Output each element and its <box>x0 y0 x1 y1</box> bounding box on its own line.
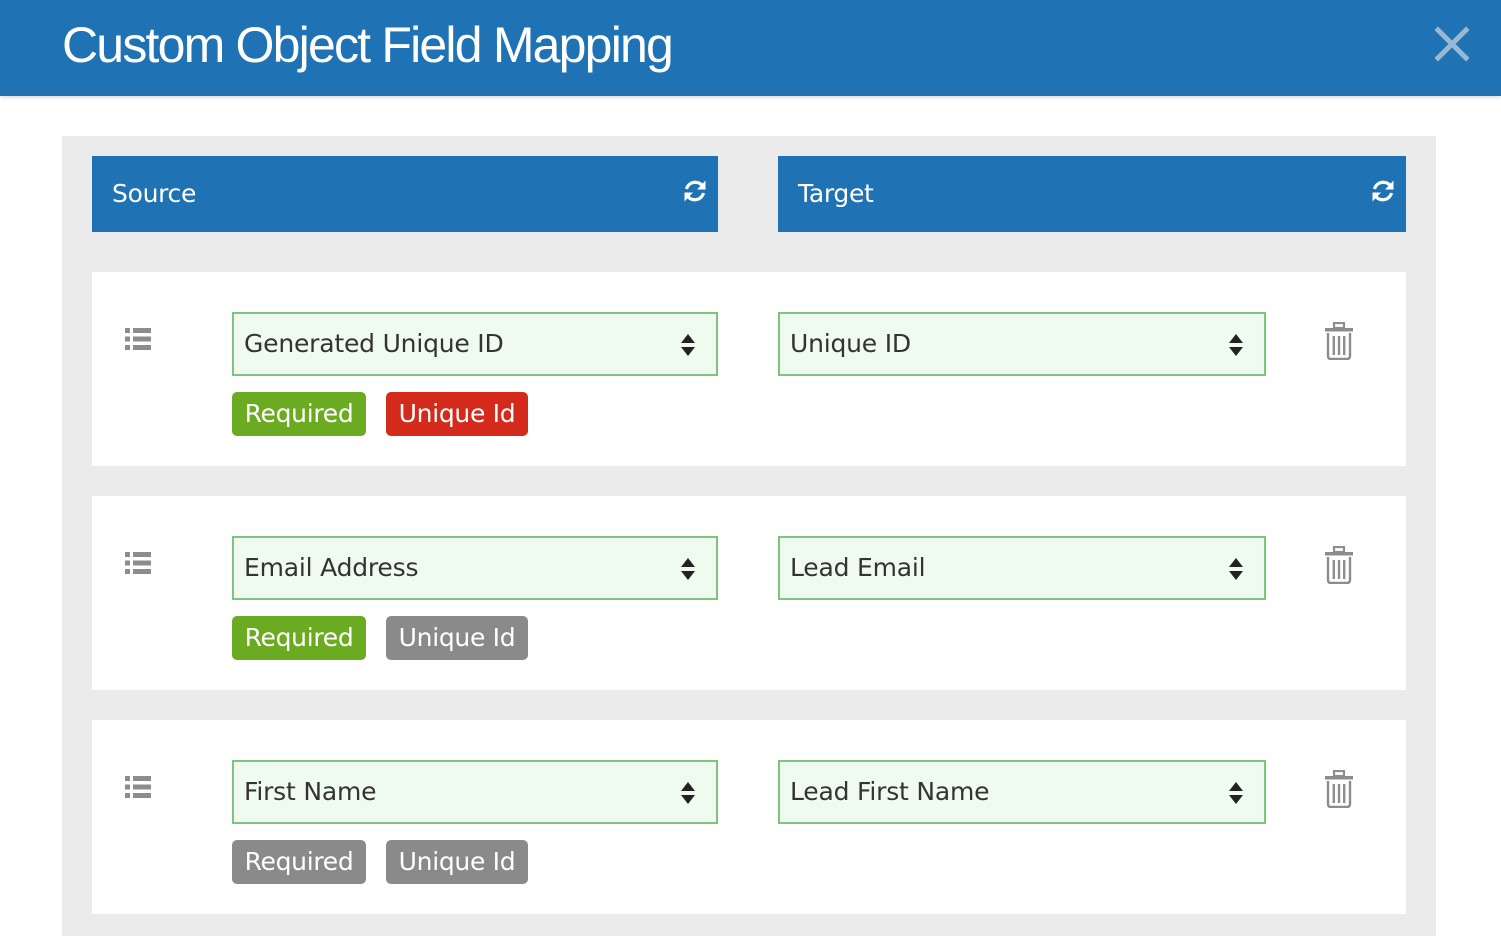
target-column-header: Target <box>778 156 1406 232</box>
required-toggle[interactable]: Required <box>232 616 366 660</box>
mapping-row: First Name Lead First Name Required Uniq… <box>92 720 1406 914</box>
target-field-value: Unique ID <box>790 329 911 358</box>
sort-caret-icon <box>1228 332 1244 358</box>
target-field-select[interactable]: Unique ID <box>778 312 1266 376</box>
source-field-select[interactable]: Email Address <box>232 536 718 600</box>
source-field-select[interactable]: First Name <box>232 760 718 824</box>
required-toggle[interactable]: Required <box>232 840 366 884</box>
source-field-value: Generated Unique ID <box>244 329 504 358</box>
required-toggle[interactable]: Required <box>232 392 366 436</box>
modal-title: Custom Object Field Mapping <box>62 17 674 73</box>
drag-handle-icon[interactable] <box>125 776 151 798</box>
mapping-row: Email Address Lead Email Required Unique… <box>92 496 1406 690</box>
mapping-row: Generated Unique ID Unique ID Required U… <box>92 272 1406 466</box>
trash-icon[interactable] <box>1324 321 1354 361</box>
target-column-label: Target <box>798 179 874 208</box>
target-field-select[interactable]: Lead First Name <box>778 760 1266 824</box>
unique-id-toggle[interactable]: Unique Id <box>386 392 528 436</box>
sort-caret-icon <box>1228 780 1244 806</box>
mapping-panel: Source Target Generated Unique ID Unique… <box>62 136 1436 936</box>
source-field-select[interactable]: Generated Unique ID <box>232 312 718 376</box>
target-field-value: Lead Email <box>790 553 926 582</box>
unique-id-toggle[interactable]: Unique Id <box>386 840 528 884</box>
refresh-target-icon[interactable] <box>1370 178 1396 204</box>
trash-icon[interactable] <box>1324 769 1354 809</box>
modal-header: Custom Object Field Mapping <box>0 0 1501 96</box>
source-field-value: First Name <box>244 777 377 806</box>
close-icon[interactable] <box>1432 24 1472 64</box>
refresh-source-icon[interactable] <box>682 178 708 204</box>
source-field-value: Email Address <box>244 553 419 582</box>
unique-id-toggle[interactable]: Unique Id <box>386 616 528 660</box>
source-column-header: Source <box>92 156 718 232</box>
sort-caret-icon <box>1228 556 1244 582</box>
sort-caret-icon <box>680 556 696 582</box>
sort-caret-icon <box>680 780 696 806</box>
sort-caret-icon <box>680 332 696 358</box>
trash-icon[interactable] <box>1324 545 1354 585</box>
source-column-label: Source <box>112 179 197 208</box>
drag-handle-icon[interactable] <box>125 328 151 350</box>
target-field-select[interactable]: Lead Email <box>778 536 1266 600</box>
drag-handle-icon[interactable] <box>125 552 151 574</box>
target-field-value: Lead First Name <box>790 777 990 806</box>
